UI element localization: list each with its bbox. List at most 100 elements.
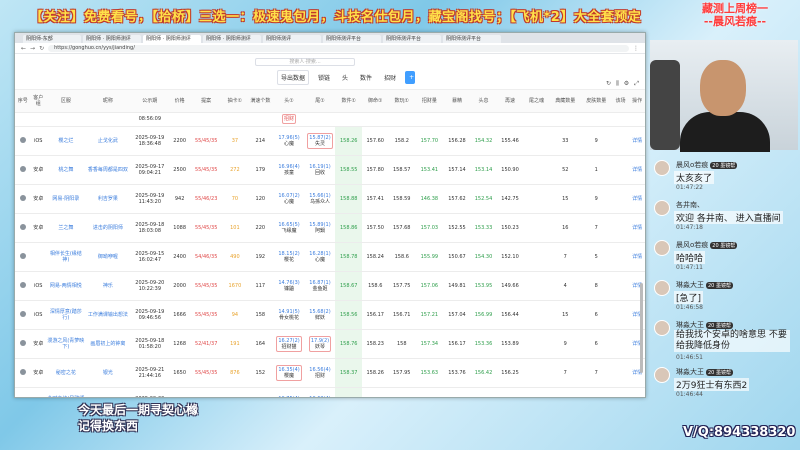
table-row[interactable]: iOS今时之约(风雅颂游)10地圆草圣王朝2025-09-2009:10:401… [15, 387, 645, 399]
chat-text: [急了] [674, 291, 704, 304]
vertical-scrollbar[interactable] [640, 283, 643, 373]
row-expand-icon[interactable] [19, 310, 26, 317]
v4-cell: 153.63 [415, 358, 444, 388]
chat-avatar[interactable] [654, 367, 670, 383]
v1-cell: 158.78 [335, 242, 362, 272]
chat-username[interactable]: 各井南、 [676, 200, 704, 210]
op-cell[interactable]: 详情 [629, 126, 645, 156]
col-header[interactable]: 该场 [611, 90, 630, 113]
col-header[interactable]: 皮肤数量 [580, 90, 612, 113]
col-header[interactable]: 序号 [15, 90, 31, 113]
col-header[interactable]: 头息 [470, 90, 497, 113]
v3-cell: 155.8 [388, 387, 415, 397]
nick-cell: 10地圆草圣王朝 [85, 387, 130, 397]
chat-username[interactable]: 琳淼大王 20 墨镜帮 [676, 320, 733, 330]
forward-icon[interactable]: → [30, 45, 35, 52]
col-header[interactable]: 区服 [45, 90, 86, 113]
op-cell[interactable]: 详情 [629, 242, 645, 272]
lock-button[interactable]: 锁链 [315, 71, 334, 84]
tail-score: 17.9(2) [310, 337, 330, 344]
col-header[interactable]: 操作 [629, 90, 645, 113]
reload-icon[interactable]: ↻ [39, 45, 44, 52]
back-icon[interactable]: ← [21, 45, 26, 52]
col-header[interactable]: 数玩① [388, 90, 415, 113]
col-header[interactable]: 抽卡① [222, 90, 248, 113]
table-row[interactable]: 安卓 桃之舞 香香每周都是四双 2025-09-17 09:04:21 2500 55/45… [15, 155, 645, 185]
col-header[interactable]: 招财量 [415, 90, 444, 113]
browser-tab[interactable]: 阴阳师-东部 [23, 35, 81, 43]
col-header[interactable]: 再速 [496, 90, 524, 113]
col-header[interactable]: 客户组 [30, 90, 46, 113]
col-header[interactable]: 数件① [335, 90, 362, 113]
export-button[interactable]: 导出数据 [277, 70, 310, 85]
row-expand-icon[interactable] [19, 223, 26, 230]
col-header[interactable]: 昵称 [85, 90, 130, 113]
v5-cell: 149.81 [443, 271, 471, 301]
row-expand-icon[interactable] [20, 398, 26, 399]
chat-username[interactable]: 琳淼大王 20 墨镜帮 [676, 367, 733, 377]
fan-badge: 20 墨镜帮 [706, 282, 733, 289]
browser-tab[interactable]: 阴阳师测评平台 [443, 35, 501, 43]
search-input[interactable]: 搜索人·搜索... [255, 58, 355, 66]
fullscreen-icon[interactable]: ⤢ [634, 80, 639, 88]
zhaocai-button[interactable]: 招财 [381, 71, 400, 84]
settings-icon[interactable]: ⚙ [624, 80, 629, 88]
table-row[interactable]: iOS 樱之烂 止戈化武 2025-09-19 18:36:48 2200 55/45/35… [15, 126, 645, 156]
chat-avatar[interactable] [654, 280, 670, 296]
row-expand-icon[interactable] [19, 368, 26, 375]
table-row[interactable]: iOS 深情厚意(踏莎行) 工作满课输出想法 2025-09-19 09:46:56 16… [15, 300, 645, 330]
menu-icon[interactable]: ⋮ [633, 45, 639, 52]
op-cell[interactable]: 详情 [629, 387, 645, 397]
refresh-icon[interactable]: ↻ [606, 80, 611, 88]
col-header[interactable]: 头① [273, 90, 305, 113]
v8-cell [523, 271, 550, 301]
browser-tab[interactable]: 阴阳师测评 [263, 35, 321, 43]
col-header[interactable]: 满速个数 [247, 90, 274, 113]
chat-avatar[interactable] [654, 160, 670, 176]
browser-tab[interactable]: 阴阳师测评平台 [323, 35, 381, 43]
op-cell[interactable]: 详情 [629, 155, 645, 185]
row-expand-icon[interactable] [19, 194, 26, 201]
browser-tab[interactable]: 阴阳师 · 阴阳师测评 [203, 35, 261, 43]
browser-tab[interactable]: 阴阳师 · 阴阳师测评 [83, 35, 141, 43]
browser-tab-active[interactable]: 阴阳师 · 阴阳师测评 [143, 35, 201, 43]
table-row[interactable]: iOS 网易-两情相悦 神乐 2025-09-20 10:22:39 2000 55/45/… [15, 271, 645, 301]
browser-tab[interactable]: 阴阳师测评平台 [383, 35, 441, 43]
chat-avatar[interactable] [654, 320, 670, 336]
op-cell[interactable]: 详情 [629, 184, 645, 214]
dian-cell: 4 [549, 271, 581, 301]
head-score: 18.15(2) [278, 250, 300, 257]
table-row[interactable]: 安卓 网易-阴阳录 利吉罗果 2025-09-19 11:43:20 942 55/46/2… [15, 184, 645, 214]
table-row[interactable]: 安卓 兰之舞 进击的阴阳师 2025-09-18 18:03:08 1088 55/45/3… [15, 213, 645, 243]
chat-username[interactable]: 晨风o若痕 20 墨镜帮 [676, 160, 738, 170]
col-header[interactable]: 典藏数量 [549, 90, 581, 113]
chat-avatar[interactable] [654, 240, 670, 256]
chat-username[interactable]: 晨风o若痕 20 墨镜帮 [676, 240, 738, 250]
head-box: 16.07(2) 心魔 [275, 193, 304, 205]
col-header[interactable]: 尾之魂 [523, 90, 550, 113]
chat-avatar[interactable] [654, 200, 670, 216]
row-expand-icon[interactable] [19, 252, 26, 259]
row-expand-icon[interactable] [19, 165, 26, 172]
op-cell[interactable]: 详情 [629, 213, 645, 243]
col-header[interactable]: 尾① [304, 90, 336, 113]
tail-box: 15.68(2) 鲜妖 [306, 309, 335, 321]
table-row[interactable]: 相伴长生(缘结神) 御呦咿喔 2025-09-15 16:02:47 2400 54/46… [15, 242, 645, 272]
table-row[interactable]: 安卓 漫游之风(青萝映下) 画眉初上的钟离 2025-09-18 01:58:20 126… [15, 329, 645, 359]
row-expand-icon[interactable] [19, 136, 26, 143]
chat-username[interactable]: 琳淼大王 20 墨镜帮 [676, 280, 733, 290]
table-row[interactable]: 安卓 秘密之花 银光 2025-09-21 21:44:16 1650 55/45/35 87… [15, 358, 645, 388]
items-button[interactable]: 数件 [357, 71, 376, 84]
col-header[interactable]: 价格 [169, 90, 190, 113]
row-expand-icon[interactable] [19, 281, 26, 288]
row-expand-icon[interactable] [19, 339, 26, 346]
head-button[interactable]: 头 [339, 71, 352, 84]
col-header[interactable]: 暴精 [443, 90, 471, 113]
column-settings-icon[interactable]: ⫼ [616, 80, 619, 88]
add-button[interactable]: + [405, 71, 416, 84]
url-field[interactable]: https://gonghuo.cn/yys/jianding/ [48, 44, 629, 52]
col-header[interactable]: 提案 [189, 90, 223, 113]
cards-cell: 876 [222, 358, 248, 388]
col-header[interactable]: 公示期 [129, 90, 170, 113]
col-header[interactable]: 御命① [361, 90, 389, 113]
